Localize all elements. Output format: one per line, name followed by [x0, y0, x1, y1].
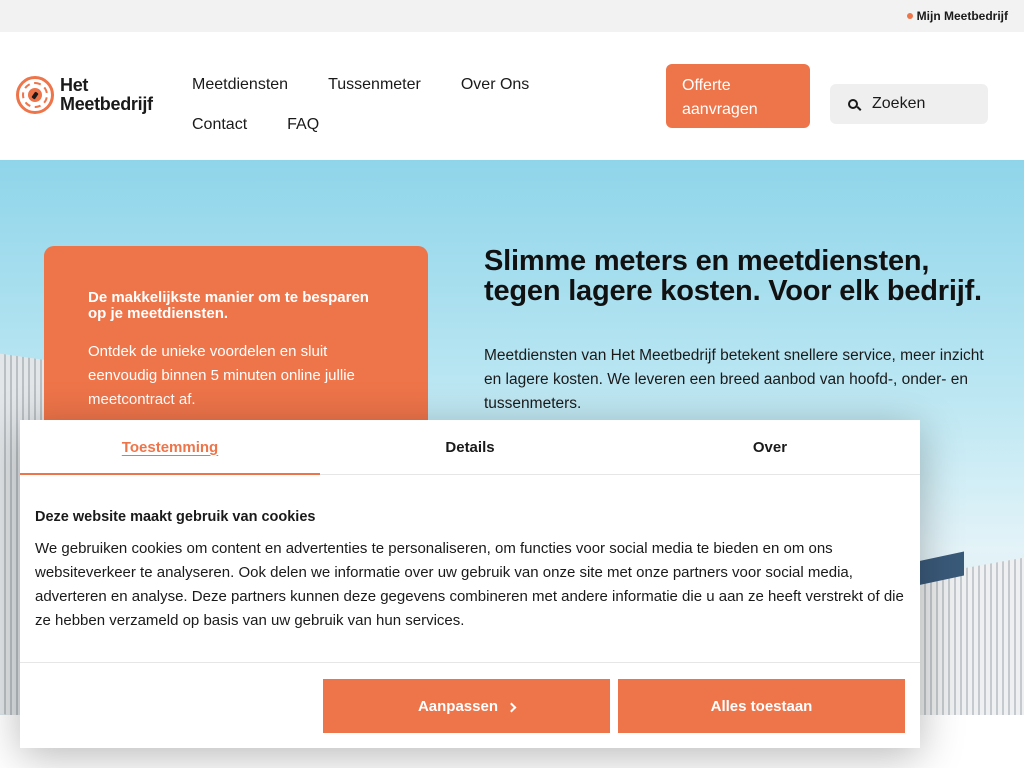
promo-text: Ontdek de unieke voordelen en sluit eenv…	[88, 343, 355, 408]
meter-logo-icon	[16, 76, 54, 114]
nav-item-tussenmeter[interactable]: Tussenmeter	[328, 76, 421, 94]
top-bar: Mijn Meetbedrijf	[0, 0, 1024, 32]
customize-button[interactable]: Aanpassen	[323, 679, 610, 733]
request-quote-button[interactable]: Offerte aanvragen	[666, 64, 810, 128]
logo-line-1: Het	[60, 75, 89, 95]
cookie-heading: Deze website maakt gebruik van cookies	[35, 509, 316, 525]
logo-line-2: Meetbedrijf	[60, 94, 153, 114]
my-account-label: Mijn Meetbedrijf	[916, 9, 1008, 23]
site-header: Het Meetbedrijf Meetdiensten Tussenmeter…	[0, 32, 1024, 160]
logo[interactable]: Het Meetbedrijf	[16, 76, 153, 114]
chevron-right-icon	[506, 702, 517, 712]
main-nav: Meetdiensten Tussenmeter Over Ons Contac…	[192, 65, 632, 145]
promo-card: De makkelijkste manier om te besparen op…	[44, 246, 428, 446]
accept-all-button[interactable]: Alles toestaan	[618, 679, 905, 733]
accept-all-label: Alles toestaan	[710, 697, 813, 715]
tab-over[interactable]: Over	[620, 420, 920, 474]
cookie-text: We gebruiken cookies om content en adver…	[35, 540, 904, 629]
nav-item-faq[interactable]: FAQ	[287, 116, 319, 134]
status-dot-icon	[906, 13, 913, 19]
hero-subtitle: Meetdiensten van Het Meetbedrijf beteken…	[484, 347, 984, 412]
tab-toestemming[interactable]: Toestemming	[20, 420, 320, 475]
nav-item-over-ons[interactable]: Over Ons	[461, 76, 529, 94]
cookie-body: Deze website maakt gebruik van cookies W…	[20, 475, 920, 663]
cookie-tabs: Toestemming Details Over	[20, 420, 920, 475]
promo-title: De makkelijkste manier om te besparen op…	[88, 289, 369, 322]
search-icon[interactable]	[848, 99, 858, 109]
tab-details[interactable]: Details	[320, 420, 620, 474]
logo-text: Het Meetbedrijf	[60, 76, 153, 114]
my-account-link[interactable]: Mijn Meetbedrijf	[906, 9, 1008, 23]
cookie-actions: Aanpassen Alles toestaan	[323, 679, 905, 733]
cookie-consent-dialog: Toestemming Details Over Deze website ma…	[20, 420, 920, 748]
search-box[interactable]	[830, 84, 988, 124]
hero-title: Slimme meters en meetdiensten, tegen lag…	[484, 245, 982, 307]
search-input[interactable]	[872, 95, 972, 113]
customize-label: Aanpassen	[417, 697, 499, 715]
nav-item-contact[interactable]: Contact	[192, 116, 247, 134]
nav-item-meetdiensten[interactable]: Meetdiensten	[192, 76, 288, 94]
